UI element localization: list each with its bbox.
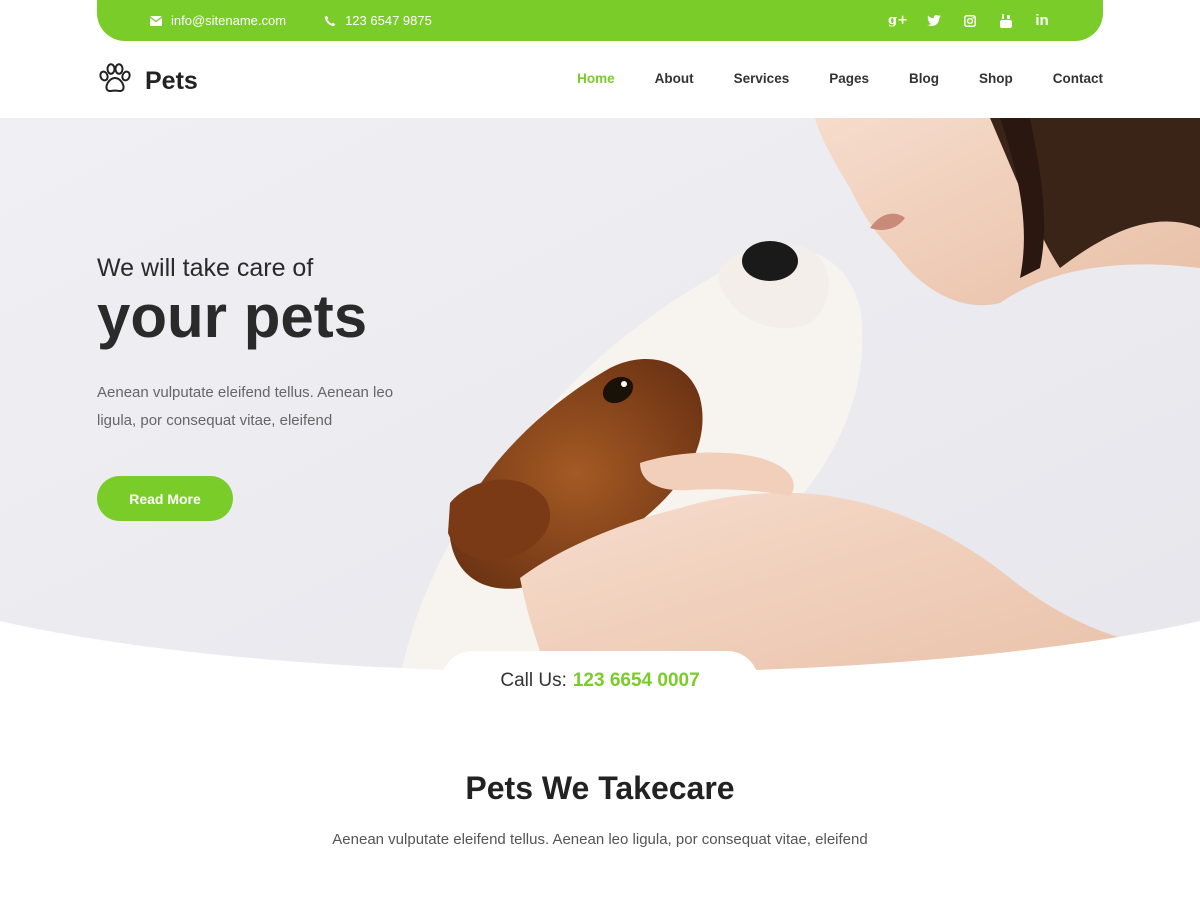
- paw-icon: [97, 63, 133, 100]
- youtube-icon[interactable]: [997, 12, 1015, 30]
- logo-text: Pets: [145, 67, 198, 95]
- nav-services[interactable]: Services: [734, 71, 790, 86]
- hero-description: Aenean vulputate eleifend tellus. Aenean…: [97, 384, 394, 429]
- email-item[interactable]: info@sitename.com: [150, 13, 286, 28]
- phone-text: 123 6547 9875: [345, 13, 432, 28]
- call-us-tab: Call Us: 123 6654 0007: [441, 651, 759, 711]
- phone-item[interactable]: 123 6547 9875: [324, 13, 432, 28]
- call-us-label: Call Us:: [500, 670, 567, 691]
- hero-subheading: We will take care of: [97, 254, 314, 282]
- main-nav: Home About Services Pages Blog Shop Cont…: [577, 71, 1103, 86]
- read-more-button[interactable]: Read More: [97, 476, 233, 521]
- nav-pages[interactable]: Pages: [829, 71, 869, 86]
- nav-home[interactable]: Home: [577, 71, 615, 86]
- social-links: g+ in: [888, 12, 1051, 30]
- linkedin-icon[interactable]: in: [1033, 12, 1051, 30]
- top-contact-bar: info@sitename.com 123 6547 9875 g+ in: [97, 0, 1103, 41]
- logo[interactable]: Pets: [97, 63, 198, 100]
- contact-info: info@sitename.com 123 6547 9875: [150, 13, 432, 28]
- phone-icon: [324, 15, 336, 27]
- nav-about[interactable]: About: [655, 71, 694, 86]
- envelope-icon: [150, 15, 162, 26]
- nav-contact[interactable]: Contact: [1053, 71, 1103, 86]
- call-us-number[interactable]: 123 6654 0007: [573, 670, 700, 692]
- instagram-icon[interactable]: [961, 12, 979, 30]
- email-text: info@sitename.com: [171, 13, 287, 28]
- section-title: Pets We Takecare: [465, 770, 735, 806]
- twitter-icon[interactable]: [925, 12, 943, 30]
- hero-text: We will take care of your pets Aenean vu…: [97, 254, 407, 435]
- google-plus-icon[interactable]: g+: [888, 12, 908, 30]
- nav-shop[interactable]: Shop: [979, 71, 1013, 86]
- hero-heading: your pets: [97, 283, 368, 350]
- site-header: Pets Home About Services Pages Blog Shop…: [0, 41, 1200, 118]
- section-description: Aenean vulputate eleifend tellus. Aenean…: [332, 831, 868, 848]
- nav-blog[interactable]: Blog: [909, 71, 939, 86]
